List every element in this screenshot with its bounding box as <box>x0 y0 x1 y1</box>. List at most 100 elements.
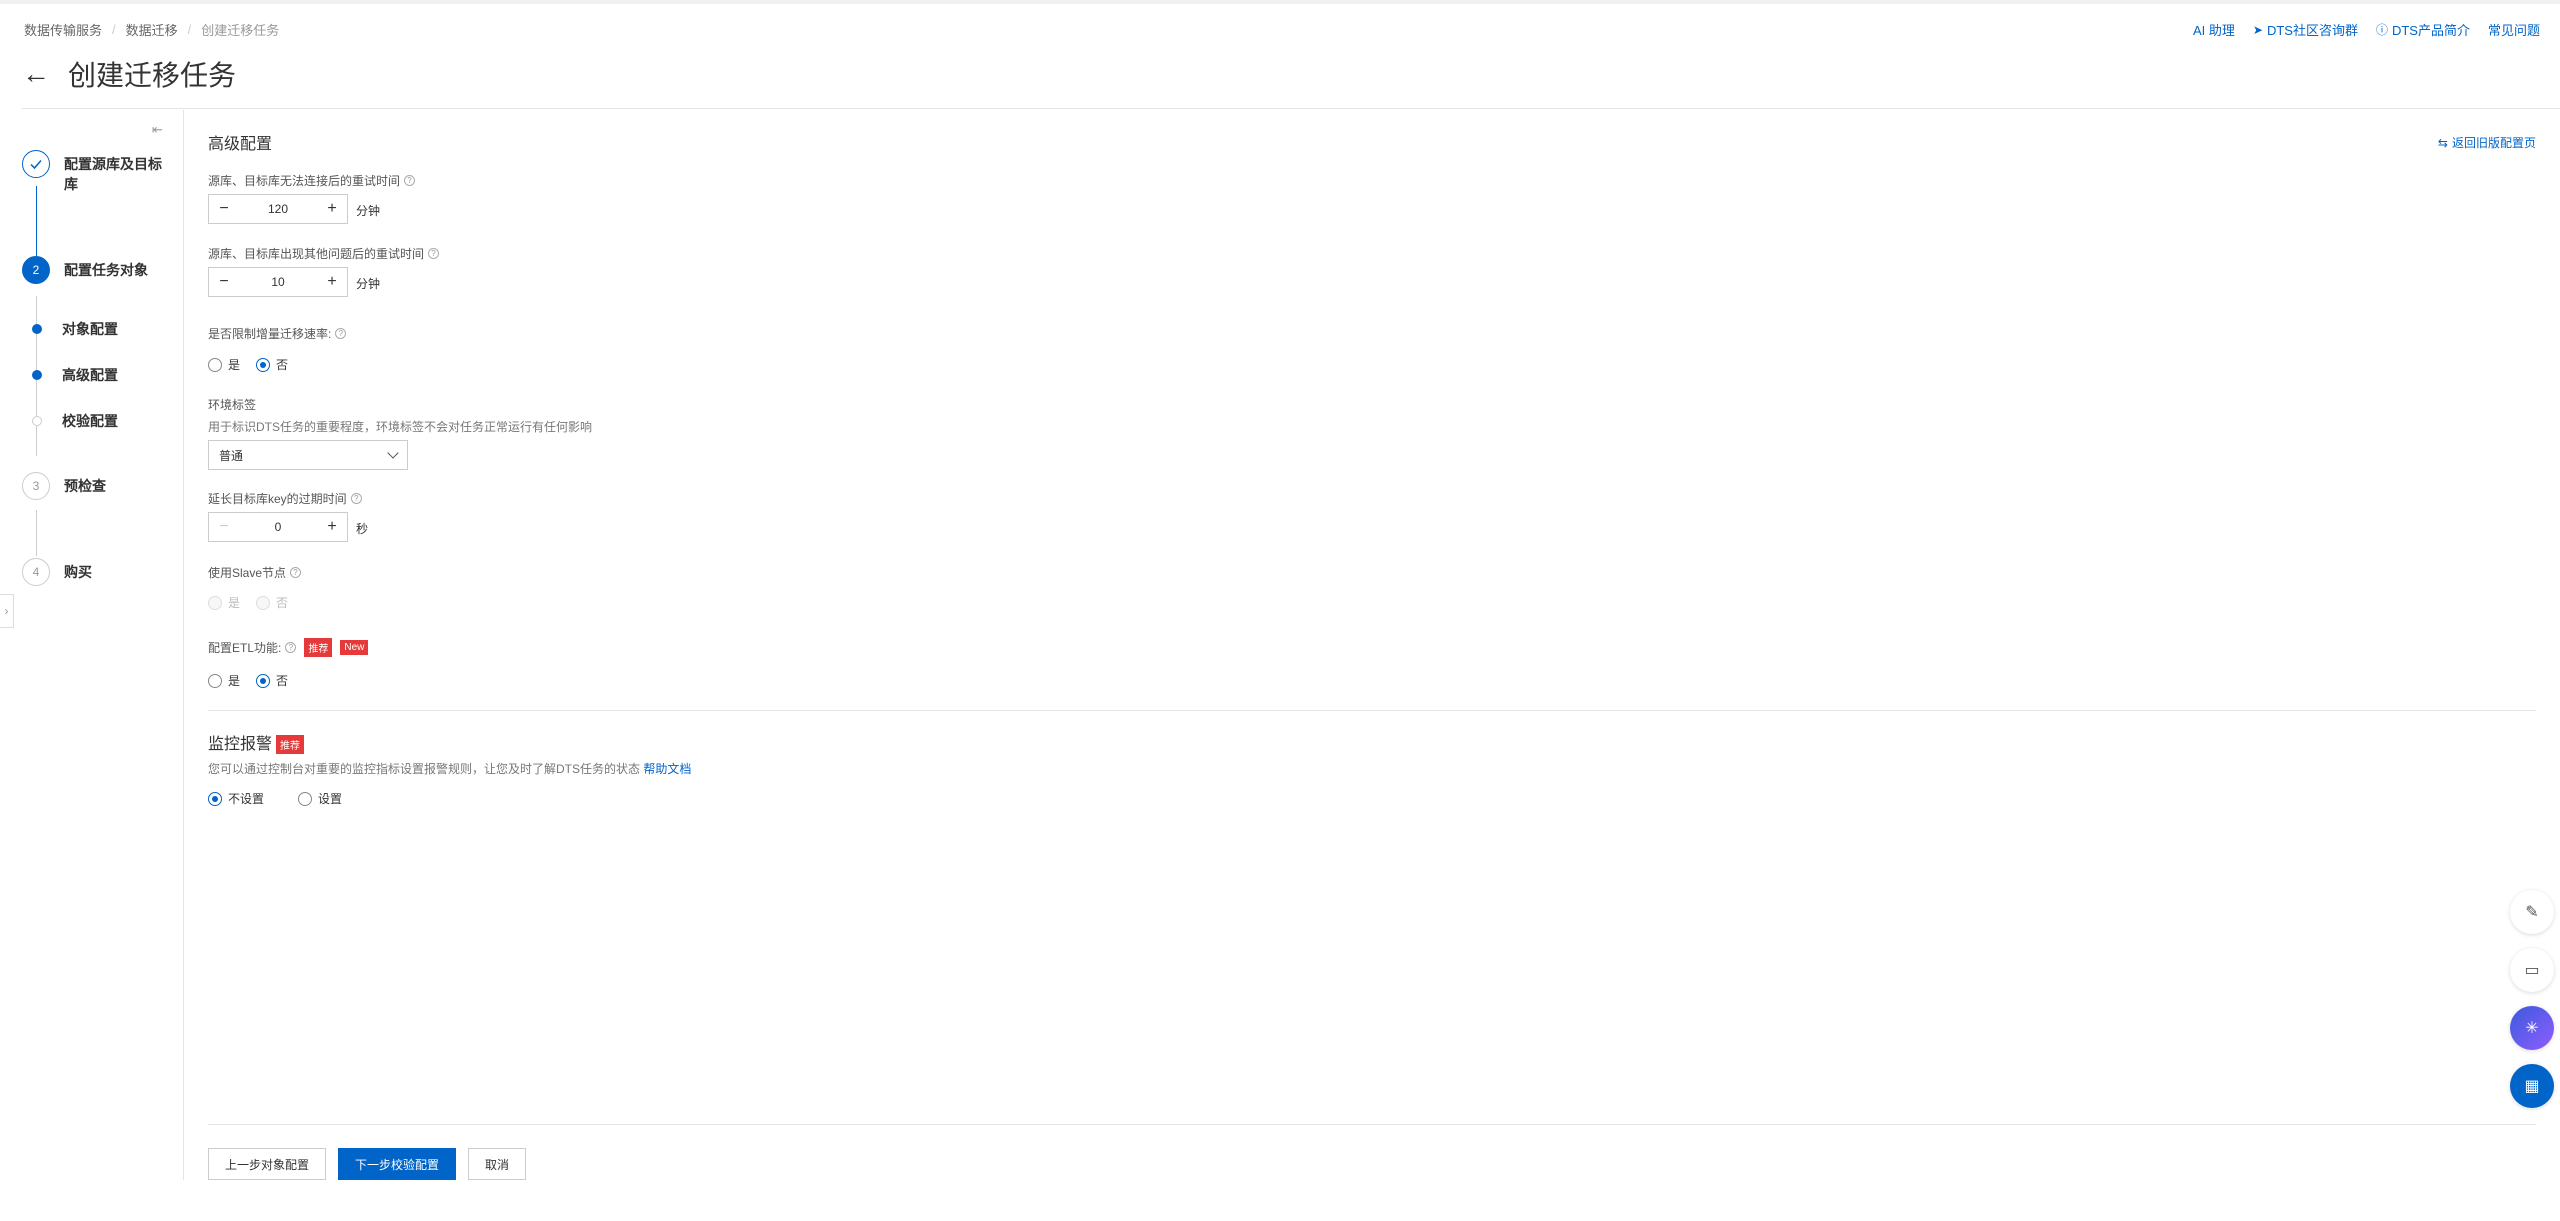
retry-other-label: 源库、目标库出现其他问题后的重试时间? <box>208 245 440 262</box>
retry-conn-label: 源库、目标库无法连接后的重试时间? <box>208 172 416 189</box>
help-icon[interactable]: ? <box>285 642 297 653</box>
step-task-objects[interactable]: 2 配置任务对象 <box>22 256 174 284</box>
next-button[interactable]: 下一步校验配置 <box>338 1148 457 1180</box>
substep-validation-config[interactable]: 校验配置 <box>32 411 118 431</box>
etl-label: 配置ETL功能:? 推荐 New <box>208 638 369 657</box>
done-dot <box>32 324 42 334</box>
breadcrumb-current: 创建迁移任务 <box>201 23 280 38</box>
etl-yes[interactable]: 是 <box>208 672 240 689</box>
help-icon[interactable]: ? <box>404 175 416 186</box>
current-dot <box>32 370 42 380</box>
breadcrumb-migration[interactable]: 数据迁移 <box>126 20 178 39</box>
cancel-button[interactable]: 取消 <box>468 1148 527 1180</box>
step-label: 配置任务对象 <box>64 262 148 278</box>
check-icon <box>22 150 50 178</box>
step-connector <box>36 510 37 556</box>
help-icon[interactable]: ? <box>428 248 440 259</box>
step-label: 配置源库及目标库 <box>64 156 162 192</box>
minus-icon[interactable]: − <box>209 195 239 223</box>
step-connector <box>36 186 37 256</box>
plus-icon[interactable]: + <box>317 268 347 296</box>
unit-minutes: 分钟 <box>356 277 381 291</box>
slave-no: 否 <box>256 594 288 611</box>
ttl-label: 延长目标库key的过期时间? <box>208 490 362 507</box>
advanced-config-title: 高级配置 <box>208 136 273 153</box>
step-source-target[interactable]: 配置源库及目标库 <box>22 150 174 194</box>
limit-rate-no[interactable]: 否 <box>256 356 288 373</box>
monitor-none[interactable]: 不设置 <box>208 790 264 807</box>
step-purchase[interactable]: 4 购买 <box>22 558 174 586</box>
step-label: 购买 <box>64 564 92 580</box>
help-icon[interactable]: ? <box>335 328 347 339</box>
expand-panel-chevron-icon[interactable]: › <box>0 594 14 628</box>
ttl-stepper[interactable]: − + <box>208 512 348 542</box>
faq-link[interactable]: 常见问题 <box>2488 20 2540 39</box>
ttl-input[interactable] <box>239 520 317 534</box>
limit-rate-label: 是否限制增量迁移速率:? <box>208 325 347 342</box>
retry-conn-stepper[interactable]: − + <box>208 194 348 224</box>
collapse-sidebar-icon[interactable]: ⇤ <box>152 122 163 138</box>
plus-icon[interactable]: + <box>317 513 347 541</box>
edit-icon[interactable]: ✎ <box>2510 890 2554 934</box>
breadcrumb: 数据传输服务 / 数据迁移 / 创建迁移任务 <box>24 20 279 39</box>
retry-other-input[interactable] <box>239 275 317 289</box>
new-badge: New <box>340 640 369 655</box>
slave-label: 使用Slave节点? <box>208 564 302 581</box>
env-tag-label: 环境标签 <box>208 398 257 412</box>
substep-object-config[interactable]: 对象配置 <box>32 319 118 339</box>
limit-rate-yes[interactable]: 是 <box>208 356 240 373</box>
slave-yes: 是 <box>208 594 240 611</box>
title-row: ← 创建迁移任务 <box>22 54 236 94</box>
limit-rate-radios: 是 否 <box>208 356 288 373</box>
plus-icon[interactable]: + <box>317 195 347 223</box>
monitor-title: 监控报警 推荐 <box>208 730 305 754</box>
pin-icon: ➤ <box>2252 22 2263 37</box>
ai-assistant-link[interactable]: AI 助理 <box>2193 20 2235 39</box>
slave-radios: 是 否 <box>208 594 288 611</box>
help-icon[interactable]: ? <box>350 493 362 504</box>
monitor-hint: 您可以通过控制台对重要的监控指标设置报警规则，让您及时了解DTS任务的状态 帮助… <box>208 762 692 776</box>
step-connector <box>36 426 37 456</box>
substep-advanced-config[interactable]: 高级配置 <box>32 365 118 385</box>
unit-seconds: 秒 <box>356 522 369 536</box>
step-number: 3 <box>22 472 50 500</box>
return-old-config-link[interactable]: ⇆ 返回旧版配置页 <box>2438 134 2536 151</box>
footer-actions: 上一步对象配置 下一步校验配置 取消 <box>208 1148 527 1180</box>
community-link[interactable]: ➤ DTS社区咨询群 <box>2253 20 2358 39</box>
breadcrumb-dts[interactable]: 数据传输服务 <box>24 20 102 39</box>
breadcrumb-separator: / <box>187 22 192 37</box>
chat-icon[interactable]: ▭ <box>2510 948 2554 992</box>
minus-icon[interactable]: − <box>209 268 239 296</box>
footer-divider <box>208 1124 2536 1125</box>
breadcrumb-separator: / <box>112 22 116 37</box>
step-connector <box>36 296 37 416</box>
top-links: AI 助理 ➤ DTS社区咨询群 ⓘ DTS产品简介 常见问题 <box>2193 20 2540 39</box>
prev-button[interactable]: 上一步对象配置 <box>208 1148 327 1180</box>
step-precheck[interactable]: 3 预检查 <box>22 472 174 500</box>
floating-toolbar: ✎ ▭ ✳ ▦ <box>2510 890 2554 1108</box>
step-sidebar: ⇤ 配置源库及目标库 2 配置任务对象 对象配置 高级配置 校验配置 3 预检查… <box>0 110 184 1180</box>
etl-radios: 是 否 <box>208 672 288 689</box>
title-divider <box>22 108 2560 109</box>
etl-no[interactable]: 否 <box>256 672 288 689</box>
product-intro-link[interactable]: ⓘ DTS产品简介 <box>2376 20 2470 39</box>
help-doc-link[interactable]: 帮助文档 <box>643 762 691 776</box>
ai-spark-icon[interactable]: ✳ <box>2510 1006 2554 1050</box>
retry-conn-input[interactable] <box>239 202 317 216</box>
step-label: 预检查 <box>64 478 106 494</box>
monitor-radios: 不设置 设置 <box>208 790 342 807</box>
retry-other-stepper[interactable]: − + <box>208 267 348 297</box>
chevron-down-icon <box>387 447 399 459</box>
minus-icon[interactable]: − <box>209 513 239 541</box>
top-strip <box>0 0 2560 4</box>
help-icon[interactable]: ? <box>290 567 302 578</box>
recommend-badge: 推荐 <box>276 735 305 754</box>
question-icon: ⓘ <box>2375 23 2388 37</box>
monitor-set[interactable]: 设置 <box>298 790 342 807</box>
pending-dot <box>32 416 42 426</box>
back-arrow-icon[interactable]: ← <box>22 60 50 88</box>
env-tag-select[interactable]: 普通 <box>208 440 408 470</box>
env-tag-hint: 用于标识DTS任务的重要程度，环境标签不会对任务正常运行有任何影响 <box>208 420 593 434</box>
unit-minutes: 分钟 <box>356 204 381 218</box>
apps-grid-icon[interactable]: ▦ <box>2510 1064 2554 1108</box>
